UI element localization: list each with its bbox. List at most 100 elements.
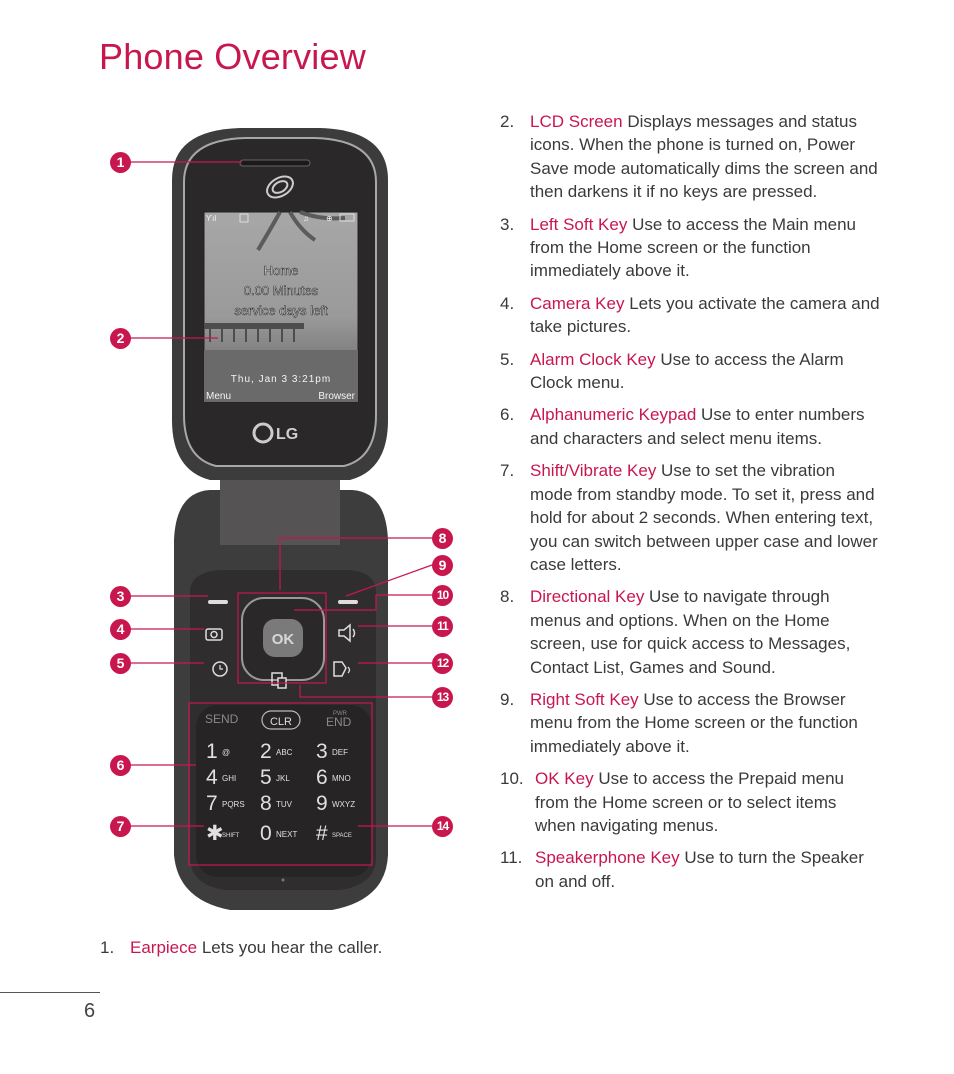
- left-soft-key[interactable]: [208, 600, 228, 604]
- list-item: 11. Speakerphone Key Use to turn the Spea…: [500, 846, 880, 893]
- key-letters: DEF: [332, 748, 348, 757]
- screen-left-softkey: Menu: [206, 391, 231, 402]
- callout-4: 4: [110, 619, 131, 640]
- callout-3: 3: [110, 586, 131, 607]
- key-letters: GHI: [222, 774, 236, 783]
- key-letters: @: [222, 748, 230, 757]
- item-number: 1.: [100, 938, 115, 957]
- item-term: Alphanumeric Keypad: [530, 405, 697, 425]
- right-soft-key[interactable]: [338, 600, 358, 604]
- key-letters: WXYZ: [332, 800, 355, 809]
- item-list-right: 2. LCD Screen Displays messages and statu…: [500, 110, 880, 902]
- key-digit: 0: [260, 822, 272, 845]
- screen-minutes-text: 0.00 Minutes: [244, 283, 319, 298]
- item-number: 4.: [500, 293, 515, 313]
- key-letters: PQRS: [222, 800, 245, 809]
- callout-1: 1: [110, 152, 131, 173]
- callout-8: 8: [432, 528, 453, 549]
- item-term: LCD Screen: [530, 112, 623, 131]
- key-digit: 3: [316, 740, 328, 763]
- microphone-hole: [281, 878, 285, 882]
- item-term: Alarm Clock Key: [530, 349, 656, 369]
- key-letters: JKL: [276, 774, 290, 783]
- callout-6: 6: [110, 755, 131, 776]
- list-item: 9. Right Soft Key Use to access the Brows…: [500, 688, 880, 758]
- item-number: 7.: [500, 461, 515, 481]
- item-term: Speakerphone Key: [535, 848, 680, 868]
- lcd-screen: Ƴıl ♫ ⊕ Home 0.00 Minutes service days l…: [203, 210, 359, 403]
- item-number: 8.: [500, 587, 515, 607]
- list-item: 3. Left Soft Key Use to access the Main m…: [500, 213, 880, 283]
- screen-home-text: Home: [264, 263, 299, 278]
- callout-13: 13: [432, 687, 453, 708]
- clr-key-label: CLR: [270, 716, 292, 728]
- callout-11: 11: [432, 616, 453, 637]
- callout-9: 9: [432, 555, 453, 576]
- item-number: 11.: [500, 848, 523, 868]
- item-term: Right Soft Key: [530, 689, 639, 709]
- item-term: Earpiece: [130, 938, 198, 957]
- item-number: 6.: [500, 405, 515, 425]
- key-digit: #: [316, 822, 328, 845]
- page-number: 6: [84, 1000, 96, 1022]
- screen-days-text: service days left: [234, 303, 328, 318]
- key-digit: 4: [206, 766, 218, 789]
- item-term: Directional Key: [530, 587, 645, 607]
- location-icon: ⊕: [326, 214, 333, 223]
- callout-12: 12: [432, 653, 453, 674]
- key-digit: 7: [206, 792, 218, 815]
- keypad-area: [196, 705, 372, 877]
- footer-rule: [0, 992, 100, 993]
- page-title: Phone Overview: [99, 36, 366, 77]
- list-item: 7. Shift/Vibrate Key Use to set the vibra…: [500, 459, 880, 576]
- key-digit: 9: [316, 792, 328, 815]
- list-item-earpiece: 1. Earpiece Lets you hear the caller.: [100, 936, 460, 959]
- list-item: 6. Alphanumeric Keypad Use to enter numbe…: [500, 403, 880, 450]
- signal-icon: Ƴıl: [206, 214, 216, 223]
- svg-text:LG: LG: [276, 426, 298, 443]
- key-letters: SPACE: [332, 833, 352, 839]
- key-digit: ✱: [206, 822, 224, 845]
- end-key[interactable]: END: [326, 715, 352, 729]
- phone-illustration: Ƴıl ♫ ⊕ Home 0.00 Minutes service days l…: [130, 128, 433, 910]
- phone-diagram: Ƴıl ♫ ⊕ Home 0.00 Minutes service days l…: [100, 120, 470, 930]
- key-digit: 5: [260, 766, 272, 789]
- list-item: 10. OK Key Use to access the Prepaid menu…: [500, 767, 880, 837]
- key-letters: NEXT: [276, 830, 297, 839]
- callout-10: 10: [432, 585, 453, 606]
- key-digit: 8: [260, 792, 272, 815]
- list-item: 8. Directional Key Use to navigate throug…: [500, 585, 880, 679]
- item-number: 2.: [500, 112, 515, 131]
- ok-key-label: OK: [272, 631, 295, 648]
- item-number: 5.: [500, 349, 515, 369]
- callout-2: 2: [110, 328, 131, 349]
- callout-14: 14: [432, 816, 453, 837]
- screen-datetime: Thu, Jan 3 3:21pm: [231, 374, 331, 385]
- list-item: 2. LCD Screen Displays messages and statu…: [500, 110, 880, 204]
- key-digit: 6: [316, 766, 328, 789]
- item-number: 9.: [500, 689, 515, 709]
- item-number: 10.: [500, 769, 524, 789]
- key-digit: 2: [260, 740, 272, 763]
- phone-body: OK SEND CLR PWR END 1 @ 2 ABC 3 DEF4 GHI…: [174, 490, 388, 910]
- list-item: 5. Alarm Clock Key Use to access the Alar…: [500, 348, 880, 395]
- callout-7: 7: [110, 816, 131, 837]
- music-icon: ♫: [303, 214, 309, 223]
- key-letters: SHIFT: [222, 833, 240, 839]
- item-list-left: 1. Earpiece Lets you hear the caller.: [100, 936, 460, 968]
- list-item: 4. Camera Key Lets you activate the camer…: [500, 292, 880, 339]
- callout-5: 5: [110, 653, 131, 674]
- item-term: OK Key: [535, 769, 594, 789]
- item-number: 3.: [500, 214, 515, 234]
- item-term: Left Soft Key: [530, 214, 628, 234]
- send-key[interactable]: SEND: [205, 712, 239, 726]
- earpiece-slot: [239, 159, 311, 167]
- key-letters: TUV: [276, 800, 293, 809]
- key-letters: MNO: [332, 774, 351, 783]
- item-term: Shift/Vibrate Key: [530, 461, 657, 481]
- key-letters: ABC: [276, 748, 293, 757]
- screen-right-softkey: Browser: [318, 391, 355, 402]
- item-term: Camera Key: [530, 293, 625, 313]
- key-digit: 1: [206, 740, 218, 763]
- item-description: Lets you hear the caller.: [197, 938, 383, 957]
